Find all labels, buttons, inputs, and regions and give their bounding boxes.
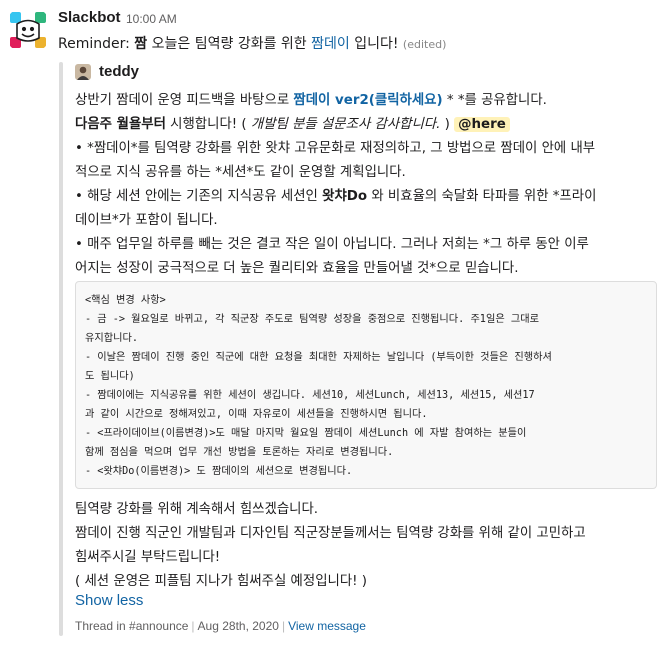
footer-separator: | [191, 619, 195, 633]
code-line: - <왓챠Do(이름변경)> 도 짬데이의 세션으로 변경됩니다. [85, 466, 353, 477]
text-span: 상반기 짬데이 운영 피드백을 바탕으로 [75, 93, 294, 108]
code-line: - <프라이데이브(이름변경)>도 매달 마지막 월요일 짬데이 세션Lunch… [85, 428, 527, 439]
text-span: * *를 공유합니다. [442, 93, 547, 108]
reminder-line: Reminder: 짬 오늘은 팀역량 강화를 위한 짬데이 입니다! (edi… [58, 33, 446, 53]
bullet-line: • 매주 업무일 하루를 빼는 것은 결코 작은 일이 아닙니다. 그러나 저희… [75, 237, 589, 252]
message-line: 짬데이 진행 직군인 개발팀과 디자인팀 직군장분들께서는 팀역량 강화를 위해… [75, 526, 586, 541]
code-line: - 이날은 짬데이 진행 중인 직군에 대한 요청을 최대한 자제하는 날입니다… [85, 352, 552, 363]
user-photo-icon [75, 64, 91, 80]
code-line: - 금 -> 월요일로 바뀌고, 각 직군장 주도로 팀역량 성장을 중점으로 … [85, 314, 539, 325]
bullet-line: • 해당 세션 안에는 기존의 지식공유 세션인 왓챠Do 와 비효율의 숙달화… [75, 184, 596, 204]
text-span: 와 비효율의 숙달화 타파를 위한 *프라이 [367, 189, 597, 204]
view-message-link[interactable]: View message [288, 619, 366, 633]
quote-bar [59, 62, 63, 636]
message-timestamp[interactable]: 10:00 AM [126, 12, 177, 26]
message-line: 힘써주시길 부탁드립니다! [75, 550, 221, 565]
text-span: ) [440, 117, 455, 132]
message-line: 다음주 월욜부터 시행합니다! ( 개발팀 분들 설문조사 감사합니다. ) @… [75, 112, 510, 132]
message-footer: Thread in #announce | Aug 28th, 2020 | View … [75, 619, 366, 633]
footer-date[interactable]: Aug 28th, 2020 [198, 619, 279, 633]
text-span: 시행합니다! ( [165, 117, 251, 132]
edited-label: (edited) [402, 38, 447, 51]
slackbot-avatar[interactable] [9, 11, 47, 49]
bullet-line: 어지는 성장이 궁극적으로 더 높은 퀄리티와 효율을 만들어낼 것*으로 믿습… [75, 261, 519, 276]
reminder-suffix: 입니다! [349, 36, 399, 52]
here-mention[interactable]: @here [454, 117, 510, 132]
sender-name[interactable]: Slackbot [58, 9, 121, 26]
author-name[interactable]: teddy [99, 63, 139, 80]
code-line: 유지합니다. [85, 333, 138, 344]
teddy-avatar[interactable] [75, 64, 91, 80]
message-line: ( 세션 운영은 피플팀 지나가 힘써주실 예정입니다! ) [75, 574, 367, 589]
bold-text: 왓챠Do [322, 189, 368, 204]
code-line: 도 됩니다) [85, 371, 135, 382]
reminder-text: 오늘은 팀역량 강화를 위한 [147, 36, 312, 52]
bold-text: 다음주 월욜부터 [75, 117, 166, 132]
code-line: 함께 점심을 먹으며 업무 개선 방법을 토론하는 자리로 변경됩니다. [85, 447, 394, 458]
code-line: - 짬데이에는 지식공유를 위한 세션이 생깁니다. 세션10, 세션Lunch… [85, 390, 535, 401]
reminder-label: Reminder: [58, 36, 130, 52]
code-line: <핵심 변경 사항> [85, 295, 166, 306]
bullet-line: • *짬데이*를 팀역량 강화를 위한 왓챠 고유문화로 재정의하고, 그 방법… [75, 141, 596, 156]
jjamday-link[interactable]: 짬데이 [311, 36, 350, 52]
thread-channel-link[interactable]: Thread in #announce [75, 619, 188, 633]
message-line: 상반기 짬데이 운영 피드백을 바탕으로 짬데이 ver2(클릭하세요) * *… [75, 88, 547, 108]
bullet-line: 데이브*가 포함이 됩니다. [75, 213, 218, 228]
code-line: 과 같이 시간으로 정해져있고, 이때 자유로이 세션들을 진행하시면 됩니다. [85, 409, 428, 420]
italic-text: 개발팀 분들 설문조사 감사합니다. [250, 117, 441, 132]
message-line: 팀역량 강화를 위해 계속해서 힘쓰겠습니다. [75, 502, 319, 517]
show-less-link[interactable]: Show less [75, 592, 143, 609]
reminder-prefix: 짬 [134, 36, 148, 52]
footer-separator: | [281, 619, 286, 633]
slackbot-icon [9, 11, 47, 49]
bullet-line: 적으로 지식 공유를 하는 *세션*도 같이 운영할 계획입니다. [75, 165, 406, 180]
jjamday-v2-link[interactable]: 짬데이 ver2(클릭하세요) [293, 93, 442, 108]
text-span: • 해당 세션 안에는 기존의 지식공유 세션인 [75, 189, 323, 204]
